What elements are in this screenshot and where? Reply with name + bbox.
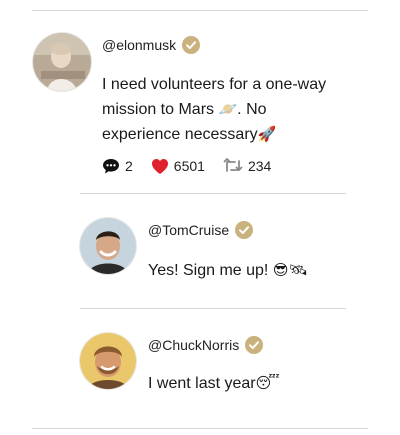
post-text-line-1: I need volunteers for a one-way bbox=[102, 76, 327, 93]
heart-icon bbox=[151, 158, 168, 174]
comment-icon bbox=[103, 159, 119, 174]
bottom-divider bbox=[32, 428, 368, 429]
reply-2-text: I went last year😴 bbox=[148, 371, 280, 396]
verified-icon bbox=[245, 336, 264, 354]
post-text-line-2-end: . No bbox=[237, 101, 267, 118]
post-handle[interactable]: @elonmusk bbox=[102, 37, 176, 53]
avatar-child-photo-icon bbox=[33, 33, 91, 91]
reply-2-header: @ChuckNorris bbox=[148, 336, 264, 354]
avatar-man-grinning-icon bbox=[80, 333, 136, 389]
top-divider bbox=[32, 10, 368, 11]
retweet-count: 234 bbox=[247, 158, 272, 174]
post-actions: 2 6501 234 bbox=[102, 157, 289, 175]
sleeping-emoji: 😴 bbox=[255, 374, 280, 392]
post-text: I need volunteers for a one-way mission … bbox=[102, 73, 372, 147]
comment-count: 2 bbox=[125, 158, 133, 174]
retweet-button[interactable]: 234 bbox=[223, 158, 271, 174]
like-count: 6501 bbox=[173, 158, 205, 174]
post-text-line-2: mission to Mars 🪐. No bbox=[102, 97, 372, 122]
planet-emoji: 🪐 bbox=[218, 100, 238, 118]
tomcruise-avatar[interactable] bbox=[80, 218, 136, 274]
post-text-line-2-main: mission to Mars bbox=[102, 101, 215, 118]
reply-2-text-main: I went last year bbox=[148, 375, 256, 392]
sunglasses-satellite-emoji: 😎🛰 bbox=[272, 261, 308, 279]
reply-divider-2 bbox=[80, 308, 346, 309]
reply-1-text: Yes! Sign me up! 😎🛰 bbox=[148, 258, 308, 283]
reply-1-handle[interactable]: @TomCruise bbox=[148, 222, 229, 238]
verified-icon bbox=[235, 221, 254, 239]
reply-1-header: @TomCruise bbox=[148, 221, 254, 239]
verified-icon bbox=[182, 36, 201, 54]
reply-divider-1 bbox=[80, 193, 346, 194]
reply-2-handle[interactable]: @ChuckNorris bbox=[148, 337, 239, 353]
reply-1-text-main: Yes! Sign me up! bbox=[148, 262, 273, 279]
post-header: @elonmusk bbox=[102, 36, 201, 54]
post-text-line-3: experience necessary🚀 bbox=[102, 122, 372, 147]
elonmusk-avatar[interactable] bbox=[33, 33, 91, 91]
retweet-icon bbox=[223, 158, 243, 172]
like-button[interactable]: 6501 bbox=[151, 158, 205, 175]
avatar-man-smiling-icon bbox=[80, 218, 136, 274]
rocket-emoji: 🚀 bbox=[257, 125, 277, 143]
post-text-line-3-main: experience necessary bbox=[102, 126, 258, 143]
comment-button[interactable]: 2 bbox=[102, 157, 133, 175]
chucknorris-avatar[interactable] bbox=[80, 333, 136, 389]
